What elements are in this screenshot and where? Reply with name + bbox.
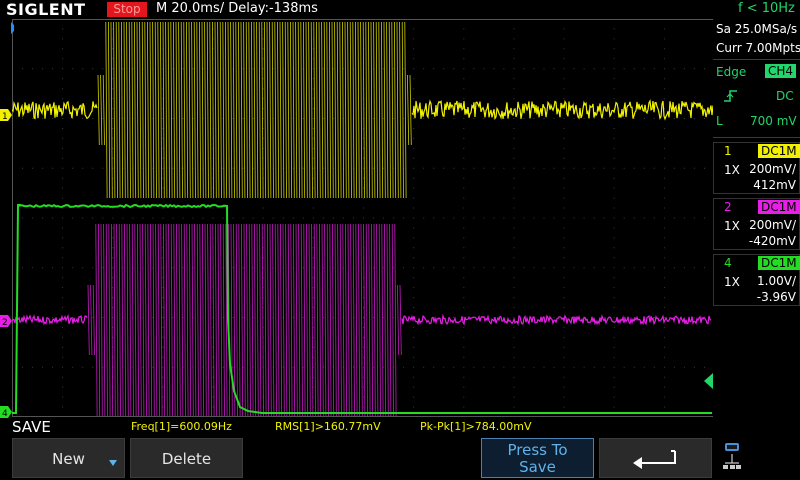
frequency-counter: f < 10Hz	[738, 1, 795, 16]
ch2-number: 2	[724, 200, 732, 214]
trigger-level: 700 mV	[750, 114, 797, 128]
trigger-type: Edge	[716, 65, 747, 79]
press-to-save-line2: Save	[519, 458, 556, 476]
ch1-noise-right	[411, 99, 714, 121]
new-button[interactable]: New	[12, 438, 125, 478]
ch4-scale: 1.00V/	[757, 274, 796, 288]
memory-depth: Curr 7.00Mpts	[716, 41, 800, 55]
ch4-offset: -3.96V	[756, 290, 796, 304]
new-label: New	[52, 450, 85, 468]
return-arrow-icon	[633, 450, 676, 469]
channel-2-info[interactable]: 2 DC1M 1X 200mV/ -420mV	[713, 198, 800, 250]
ch1-noise-left	[12, 100, 98, 120]
sample-rate: Sa 25.0MSa/s	[716, 22, 798, 36]
run-stop-indicator[interactable]: Stop	[107, 2, 147, 17]
status-bar: SIGLENT Stop M 20.0ms/ Delay:-138ms f < …	[0, 0, 800, 19]
ch2-coupling: DC1M	[758, 200, 800, 214]
delete-button[interactable]: Delete	[130, 438, 243, 478]
ch4-number: 4	[724, 256, 732, 270]
ch1-scale: 200mV/	[749, 162, 796, 176]
trigger-level-prefix: L	[716, 114, 723, 128]
press-to-save-line1: Press To	[507, 441, 568, 459]
measure-frequency: Freq[1]=600.09Hz	[131, 420, 232, 433]
ch1-number: 1	[724, 144, 732, 158]
trigger-coupling: DC	[776, 89, 794, 103]
ch2-probe: 1X	[724, 219, 740, 233]
ch1-marker-label: 1	[2, 112, 8, 122]
ch2-noise-left	[12, 314, 88, 326]
ch1-coupling: DC1M	[758, 144, 800, 158]
ch2-scale: 200mV/	[749, 218, 796, 232]
waveform-traces	[12, 21, 714, 417]
measure-rms: RMS[1]>160.77mV	[275, 420, 381, 433]
timebase-readout[interactable]: M 20.0ms/ Delay:-138ms	[156, 1, 318, 16]
ch2-burst	[87, 223, 402, 417]
ch4-probe: 1X	[724, 275, 740, 289]
waveform-display[interactable]	[12, 19, 714, 417]
press-to-save-button[interactable]: Press To Save	[481, 438, 594, 478]
brand-logo: SIGLENT	[6, 0, 86, 19]
measure-pkpk: Pk-Pk[1]>784.00mV	[420, 420, 532, 433]
ch4-coupling: DC1M	[758, 256, 800, 270]
chevron-down-icon	[109, 460, 117, 466]
info-panel: Sa 25.0MSa/s Curr 7.00Mpts Edge CH4 DC L…	[704, 19, 800, 417]
menu-title: SAVE	[12, 418, 51, 436]
ch1-offset: 412mV	[753, 178, 796, 192]
trigger-source: CH4	[765, 64, 797, 78]
trigger-level-marker[interactable]	[703, 373, 715, 389]
softkey-bar: New Delete Press To Save	[0, 437, 800, 480]
ch2-offset: -420mV	[748, 234, 796, 248]
measurement-strip: SAVE Freq[1]=600.09Hz RMS[1]>160.77mV Pk…	[0, 417, 720, 437]
ch1-probe: 1X	[724, 163, 740, 177]
ch2-marker-label: 2	[2, 318, 8, 328]
trigger-position-marker[interactable]	[11, 22, 14, 34]
back-button[interactable]	[599, 438, 712, 478]
left-markers: 1 2 4	[0, 22, 14, 419]
channel-1-info[interactable]: 1 DC1M 1X 200mV/ 412mV	[713, 142, 800, 194]
network-usb-icon	[723, 443, 741, 469]
ch1-burst	[97, 21, 412, 199]
channel-4-info[interactable]: 4 DC1M 1X 1.00V/ -3.96V	[713, 254, 800, 306]
waveform-canvas	[12, 19, 714, 417]
rising-edge-icon	[724, 90, 737, 102]
delete-label: Delete	[161, 450, 212, 468]
